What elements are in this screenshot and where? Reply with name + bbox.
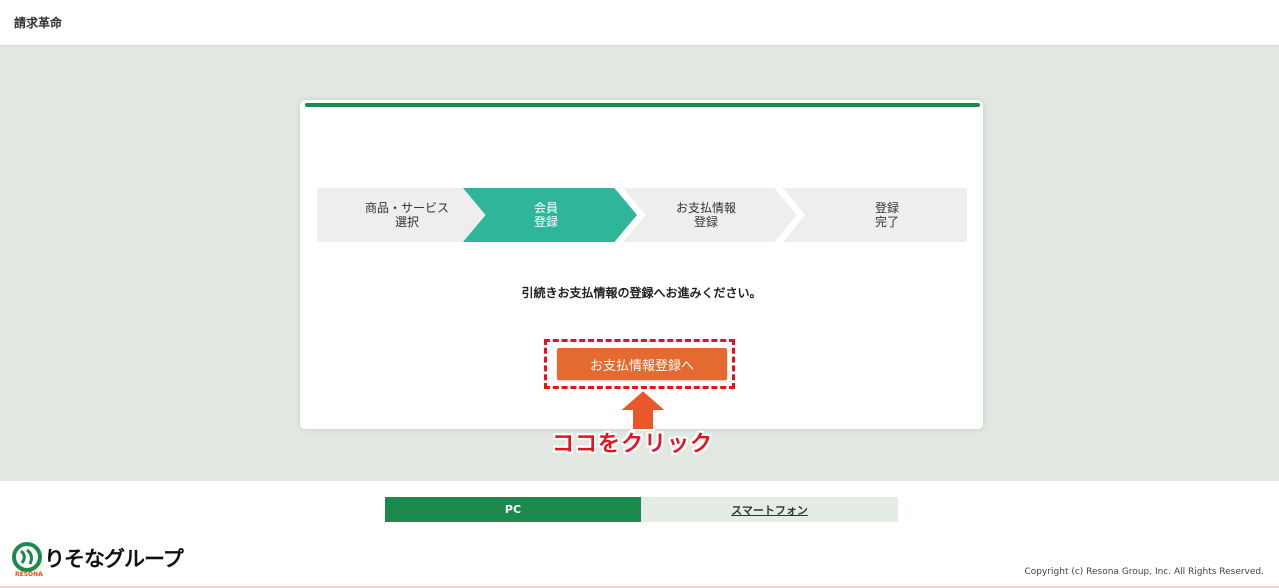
app-header: 請求革命 bbox=[0, 0, 1279, 46]
resona-logo: りそなグループ RESONA bbox=[12, 541, 202, 581]
step-label: 商品・サービス 選択 bbox=[364, 201, 449, 229]
progress-stepper: 商品・サービス 選択 お支払情報 登録 登録 完了 会員 登録 bbox=[317, 188, 967, 242]
step-label: 登録 完了 bbox=[874, 201, 899, 229]
copyright-text: Copyright (c) Resona Group, Inc. All Rig… bbox=[1024, 567, 1265, 577]
logo-subtext: RESONA bbox=[15, 571, 43, 578]
app-title: 請求革命 bbox=[14, 16, 63, 30]
registration-card: 商品・サービス 選択 お支払情報 登録 登録 完了 会員 登録 引続きお支払情報… bbox=[300, 100, 983, 429]
step-payment-info: お支払情報 登録 bbox=[623, 188, 797, 242]
step-label: お支払情報 登録 bbox=[675, 201, 736, 229]
step-label: 会員 登録 bbox=[533, 201, 558, 229]
pc-view-tab[interactable]: PC bbox=[385, 497, 641, 522]
smartphone-view-link[interactable]: スマートフォン bbox=[641, 497, 898, 522]
card-accent-bar bbox=[305, 103, 980, 107]
view-switch: PC スマートフォン bbox=[385, 497, 898, 522]
arrow-up-icon bbox=[617, 389, 669, 431]
click-here-annotation: ココをクリック bbox=[552, 432, 714, 457]
proceed-to-payment-button[interactable]: お支払情報登録へ bbox=[557, 348, 727, 380]
resona-mark-icon bbox=[12, 542, 42, 572]
step-complete: 登録 完了 bbox=[783, 188, 967, 242]
logo-text: りそなグループ bbox=[44, 547, 184, 571]
instruction-message: 引続きお支払情報の登録へお進みください。 bbox=[521, 286, 762, 300]
step-member-registration: 会員 登録 bbox=[463, 188, 637, 242]
